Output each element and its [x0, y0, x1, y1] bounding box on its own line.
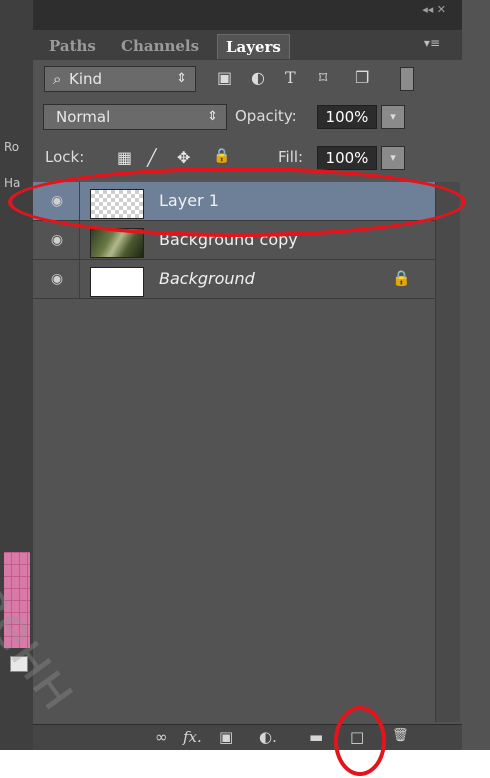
add-mask-icon[interactable]: ▣ [219, 728, 233, 746]
panel-menu-icon[interactable]: ▾≡ [424, 36, 440, 50]
adjustment-filter-icon[interactable]: ◐ [251, 68, 265, 87]
adjustment-layer-icon[interactable]: ◐. [259, 728, 277, 746]
blend-row: Normal ⇕ Opacity: 100% ▾ [41, 104, 421, 132]
annotation-ellipse-layer1 [8, 167, 466, 237]
panel-titlebar[interactable]: ◂◂ ✕ [33, 0, 462, 30]
lock-position-icon[interactable]: ✥ [177, 148, 190, 167]
visibility-eye-icon[interactable]: ◉ [46, 271, 68, 287]
trash-icon[interactable]: 🗑 [392, 728, 409, 743]
link-layers-icon[interactable]: ∞ [155, 728, 168, 746]
lock-transparent-pixels-icon[interactable]: ▦ [117, 148, 132, 167]
kind-filter-select[interactable]: ⌕ Kind ⇕ [44, 66, 196, 92]
chevron-down-icon[interactable]: ▾ [381, 146, 405, 170]
footer-strip [0, 750, 490, 778]
tab-paths[interactable]: Paths [41, 34, 104, 58]
annotation-ellipse-new-layer [334, 706, 386, 776]
layer-thumbnail [90, 267, 144, 297]
layers-scrollbar[interactable] [435, 182, 460, 722]
chevron-updown-icon: ⇕ [207, 109, 218, 124]
filter-row: ⌕ Kind ⇕ ▣ ◐ T ⌑ ❐ [41, 66, 421, 92]
lock-icon: 🔒 [392, 269, 411, 287]
fx-style-icon[interactable]: fx. [183, 728, 202, 746]
opacity-label: Opacity: [235, 107, 297, 125]
shape-filter-icon[interactable]: ⌑ [319, 68, 327, 87]
right-gutter [462, 0, 490, 750]
chevron-updown-icon: ⇕ [176, 71, 187, 86]
lock-all-icon[interactable]: 🔒 [213, 148, 230, 164]
lock-image-pixels-icon[interactable]: ╱ [147, 148, 157, 167]
left-strip-label: Ro [4, 140, 20, 154]
layers-list: ◉ Layer 1 ◉ Background copy ◉ Background… [33, 182, 435, 722]
layer-row[interactable]: ◉ Background 🔒 [33, 260, 435, 299]
tab-channels[interactable]: Channels [113, 34, 207, 58]
kind-filter-label: Kind [69, 70, 103, 88]
blend-mode-select[interactable]: Normal ⇕ [43, 104, 227, 130]
lock-label: Lock: [45, 148, 85, 166]
fill-label: Fill: [278, 148, 304, 166]
search-icon: ⌕ [53, 70, 62, 88]
opacity-field[interactable]: 100% [317, 105, 377, 129]
filter-toggle-switch[interactable] [400, 67, 414, 91]
type-filter-icon[interactable]: T [285, 68, 296, 87]
blend-mode-value: Normal [56, 108, 111, 126]
visibility-eye-icon[interactable]: ◉ [46, 232, 68, 248]
layer-name[interactable]: Background [159, 269, 255, 288]
window-controls[interactable]: ◂◂ ✕ [422, 3, 446, 16]
smart-object-filter-icon[interactable]: ❐ [355, 68, 369, 87]
left-strip-label: Ha [4, 176, 21, 190]
new-group-icon[interactable]: ▬ [309, 728, 323, 746]
chevron-down-icon[interactable]: ▾ [381, 105, 405, 129]
image-filter-icon[interactable]: ▣ [217, 68, 232, 87]
layers-bottom-bar: ∞ fx. ▣ ◐. ▬ □ 🗑 [33, 724, 462, 751]
divider [79, 260, 80, 298]
layers-panel: ◂◂ ✕ Paths Channels Layers ▾≡ ⌕ Kind ⇕ ▣… [33, 0, 462, 751]
tab-layers[interactable]: Layers [217, 34, 290, 59]
fill-field[interactable]: 100% [317, 146, 377, 170]
